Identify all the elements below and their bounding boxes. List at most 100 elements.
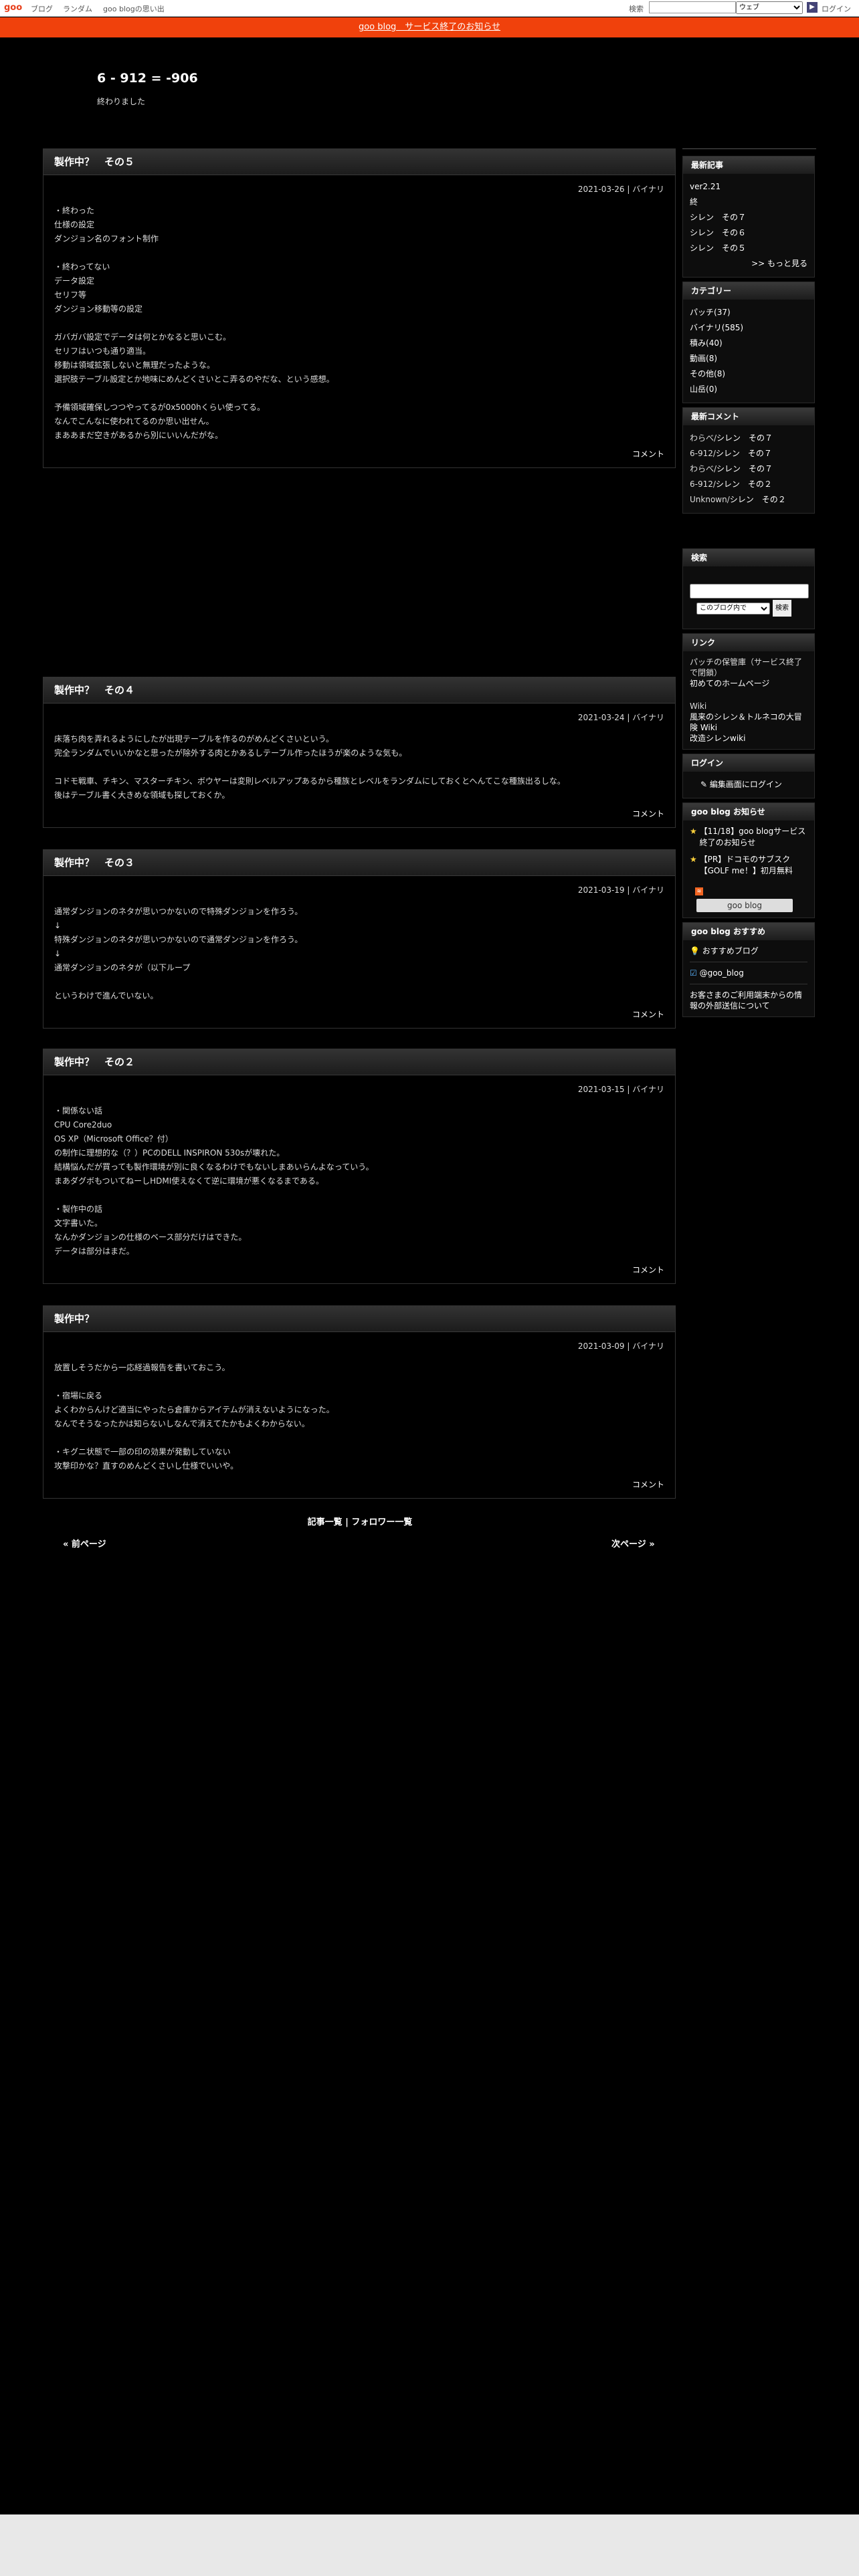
comment-link[interactable]: コメント [43, 1003, 675, 1028]
post-title[interactable]: 製作中？ [43, 1306, 675, 1332]
post-title[interactable]: 製作中？ その５ [43, 149, 675, 175]
post-entry: 製作中？ その３ 2021-03-19 | バイナリ 通常ダンジョンのネタが思い… [43, 849, 676, 1029]
post-title[interactable]: 製作中？ その４ [43, 677, 675, 704]
comment-post-link[interactable]: シレン その７ [717, 433, 773, 443]
commenter-name: わらべ/ [690, 433, 717, 443]
category-link[interactable]: パッチ [690, 308, 714, 317]
blog-description: 終わりました [97, 97, 146, 106]
post-list-link[interactable]: 記事一覧 [308, 1517, 343, 1527]
categories-heading: カテゴリー [683, 282, 814, 300]
blog-search-scope[interactable]: このブログ内で [696, 602, 770, 615]
post-body: ・関係ない話 CPU Core2duo OS XP（Microsoft Offi… [54, 1106, 374, 1256]
post-entry: 製作中？ 2021-03-09 | バイナリ 放置しそうだから一応経過報告を書い… [43, 1305, 676, 1499]
login-box: ログイン ✎ 編集画面にログイン [682, 754, 815, 798]
goo-blog-twitter-link[interactable]: @goo_blog [700, 968, 744, 978]
recent-comments-box: 最新コメント わらべ/シレン その７ 6-912/シレン その７ わらべ/シレン… [682, 407, 815, 514]
category-link[interactable]: 山岳 [690, 385, 706, 394]
nav-memories[interactable]: goo blogの思い出 [103, 3, 165, 14]
category-count: (8) [706, 354, 718, 363]
recent-posts-heading: 最新記事 [683, 156, 814, 174]
recent-post-link[interactable]: シレン その７ [690, 213, 746, 222]
homepage-link[interactable]: 初めてのホームページ [690, 679, 769, 688]
post-body: ・終わった 仕様の設定 ダンジョン名のフォント制作 ・終わってない データ設定 … [54, 206, 335, 440]
post-entry: 製作中？ その４ 2021-03-24 | バイナリ 床落ち肉を弄れるようにした… [43, 677, 676, 828]
post-meta: 2021-03-15 | バイナリ [577, 1085, 664, 1094]
post-title[interactable]: 製作中？ その３ [43, 850, 675, 876]
goo-reco-box: goo blog おすすめ 💡 おすすめブログ ☑ @goo_blog お客さま… [682, 922, 815, 1017]
shiren-wiki-link[interactable]: 風来のシレン＆トルネコの大冒険 Wiki [690, 712, 802, 732]
category-count: (8) [714, 369, 726, 379]
external-transmission-link[interactable]: お客さまのご利用端末からの情報の外部送信について [690, 990, 802, 1010]
comment-post-link[interactable]: シレン その２ [716, 479, 772, 489]
service-end-notice: goo blog サービス終了のお知らせ [0, 17, 859, 37]
comment-post-link[interactable]: シレン その２ [730, 495, 786, 504]
top-bar: goo ブログ ランダム goo blogの思い出 検索 ウェブ ▶ ログイン [0, 0, 859, 17]
more-posts-link[interactable]: >> もっと見る [751, 259, 807, 268]
nav-random[interactable]: ランダム [63, 3, 92, 14]
mod-shiren-wiki-link[interactable]: 改造シレンwiki [690, 734, 745, 743]
nav-blog[interactable]: ブログ [31, 3, 53, 14]
recommended-blogs-link[interactable]: おすすめブログ [702, 946, 759, 956]
pencil-icon: ✎ [700, 780, 708, 789]
search-go-icon[interactable]: ▶ [807, 2, 818, 13]
separator: | [342, 1517, 352, 1527]
search-scope-select[interactable]: ウェブ [736, 1, 803, 14]
recent-comments-heading: 最新コメント [683, 408, 814, 425]
category-link[interactable]: バイナリ [690, 323, 722, 332]
recent-post-link[interactable]: 終 [690, 197, 698, 207]
links-box: リンク パッチの保管庫（サービス終了で閉鎖） 初めてのホームページ Wiki 風… [682, 633, 815, 750]
post-entry: 製作中？ その２ 2021-03-15 | バイナリ ・関係ない話 CPU Co… [43, 1049, 676, 1284]
category-link[interactable]: 動画 [690, 354, 706, 363]
recent-posts-box: 最新記事 ver2.21 終 シレン その７ シレン その６ シレン その５ >… [682, 156, 815, 278]
goo-notice-box: goo blog お知らせ ★ 【11/18】goo blogサービス終了のお知… [682, 802, 815, 918]
star-icon: ★ [690, 855, 697, 864]
blog-title[interactable]: 6 - 912 = -906 [97, 71, 198, 86]
commenter-name: 6-912/ [690, 449, 716, 458]
category-count: (0) [706, 385, 718, 394]
comment-link[interactable]: コメント [43, 802, 675, 827]
recent-post-link[interactable]: シレン その６ [690, 228, 746, 237]
category-link[interactable]: その他 [690, 369, 714, 379]
post-meta: 2021-03-09 | バイナリ [577, 1341, 664, 1351]
star-icon: ★ [690, 827, 697, 836]
links-heading: リンク [683, 634, 814, 651]
comment-post-link[interactable]: シレン その７ [717, 464, 773, 473]
page-bottom-band [0, 2514, 859, 2576]
post-meta: 2021-03-24 | バイナリ [577, 713, 664, 722]
category-link[interactable]: 積み [690, 338, 706, 348]
list-links: 記事一覧 | フォロワー一覧 [0, 1515, 720, 1527]
post-title[interactable]: 製作中？ その２ [43, 1049, 675, 1075]
category-count: (37) [714, 308, 731, 317]
top-login-link[interactable]: ログイン [822, 3, 851, 14]
commenter-name: 6-912/ [690, 479, 716, 489]
follower-list-link[interactable]: フォロワー一覧 [351, 1517, 412, 1527]
next-page-link[interactable]: 次ページ » [611, 1537, 655, 1549]
goo-notice-link[interactable]: 【11/18】goo blogサービス終了のお知らせ [700, 826, 807, 849]
blog-search-button[interactable]: 検索 [773, 600, 791, 617]
top-search-input[interactable] [649, 1, 736, 13]
service-end-link[interactable]: goo blog サービス終了のお知らせ [359, 22, 500, 32]
goo-reco-heading: goo blog おすすめ [683, 923, 814, 940]
edit-login-link[interactable]: 編集画面にログイン [710, 780, 782, 789]
post-entry: 製作中？ その５ 2021-03-26 | バイナリ ・終わった 仕様の設定 ダ… [43, 148, 676, 468]
post-meta: 2021-03-26 | バイナリ [577, 185, 664, 194]
post-body: 床落ち肉を弄れるようにしたが出現テーブルを作るのがめんどくさいという。 完全ラン… [54, 734, 565, 800]
comment-link[interactable]: コメント [43, 1473, 675, 1498]
lightbulb-icon: 💡 [690, 946, 700, 956]
goo-logo[interactable]: goo [4, 3, 22, 13]
prev-page-link[interactable]: « 前ページ [63, 1537, 106, 1549]
recent-post-link[interactable]: シレン その５ [690, 243, 746, 253]
comment-link[interactable]: コメント [43, 1259, 675, 1283]
sidebar: 最新記事 ver2.21 終 シレン その７ シレン その６ シレン その５ >… [682, 156, 815, 1021]
comment-link[interactable]: コメント [43, 443, 675, 467]
rss-icon[interactable]: ≋ [695, 887, 703, 895]
post-body: 通常ダンジョンのネタが思いつかないので特殊ダンジョンを作ろう。 ↓ 特殊ダンジョ… [54, 907, 303, 1000]
goo-pr-link[interactable]: 【PR】ドコモのサブスク【GOLF me！】初月無料 [700, 854, 807, 877]
post-meta: 2021-03-19 | バイナリ [577, 885, 664, 895]
recent-post-link[interactable]: ver2.21 [690, 182, 721, 191]
wiki-label: Wiki [690, 702, 707, 711]
blog-search-input[interactable] [690, 583, 809, 599]
goo-blog-button[interactable]: goo blog [696, 899, 793, 912]
comment-post-link[interactable]: シレン その７ [716, 449, 772, 458]
blog-search-heading: 検索 [683, 549, 814, 566]
